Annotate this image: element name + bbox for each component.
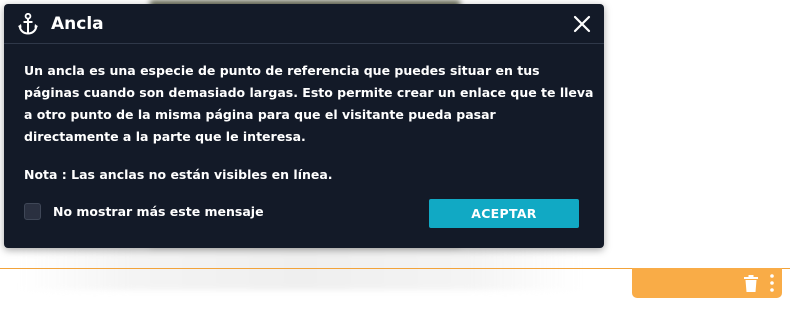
anchor-info-dialog: Ancla Un ancla es una especie de punto d… [4,4,604,248]
section-toolbar [632,268,782,298]
kebab-menu-icon[interactable] [769,273,775,293]
trash-icon[interactable] [744,275,758,292]
dont-show-again-checkbox[interactable] [24,202,41,220]
dont-show-again-option[interactable]: No mostrar más este mensaje [24,201,264,221]
dont-show-again-label: No mostrar más este mensaje [53,203,264,219]
dialog-title: Ancla [51,14,104,34]
dialog-body: Un ancla es una especie de punto de refe… [24,60,594,186]
dialog-header: Ancla [4,4,604,44]
accept-button[interactable]: ACEPTAR [429,199,579,228]
editor-canvas: Ancla Un ancla es una especie de punto d… [0,0,806,310]
dialog-note: Nota : Las anclas no están visibles en l… [24,167,333,182]
close-icon[interactable] [572,14,592,34]
dialog-description: Un ancla es una especie de punto de refe… [24,63,594,144]
anchor-icon [18,13,38,35]
